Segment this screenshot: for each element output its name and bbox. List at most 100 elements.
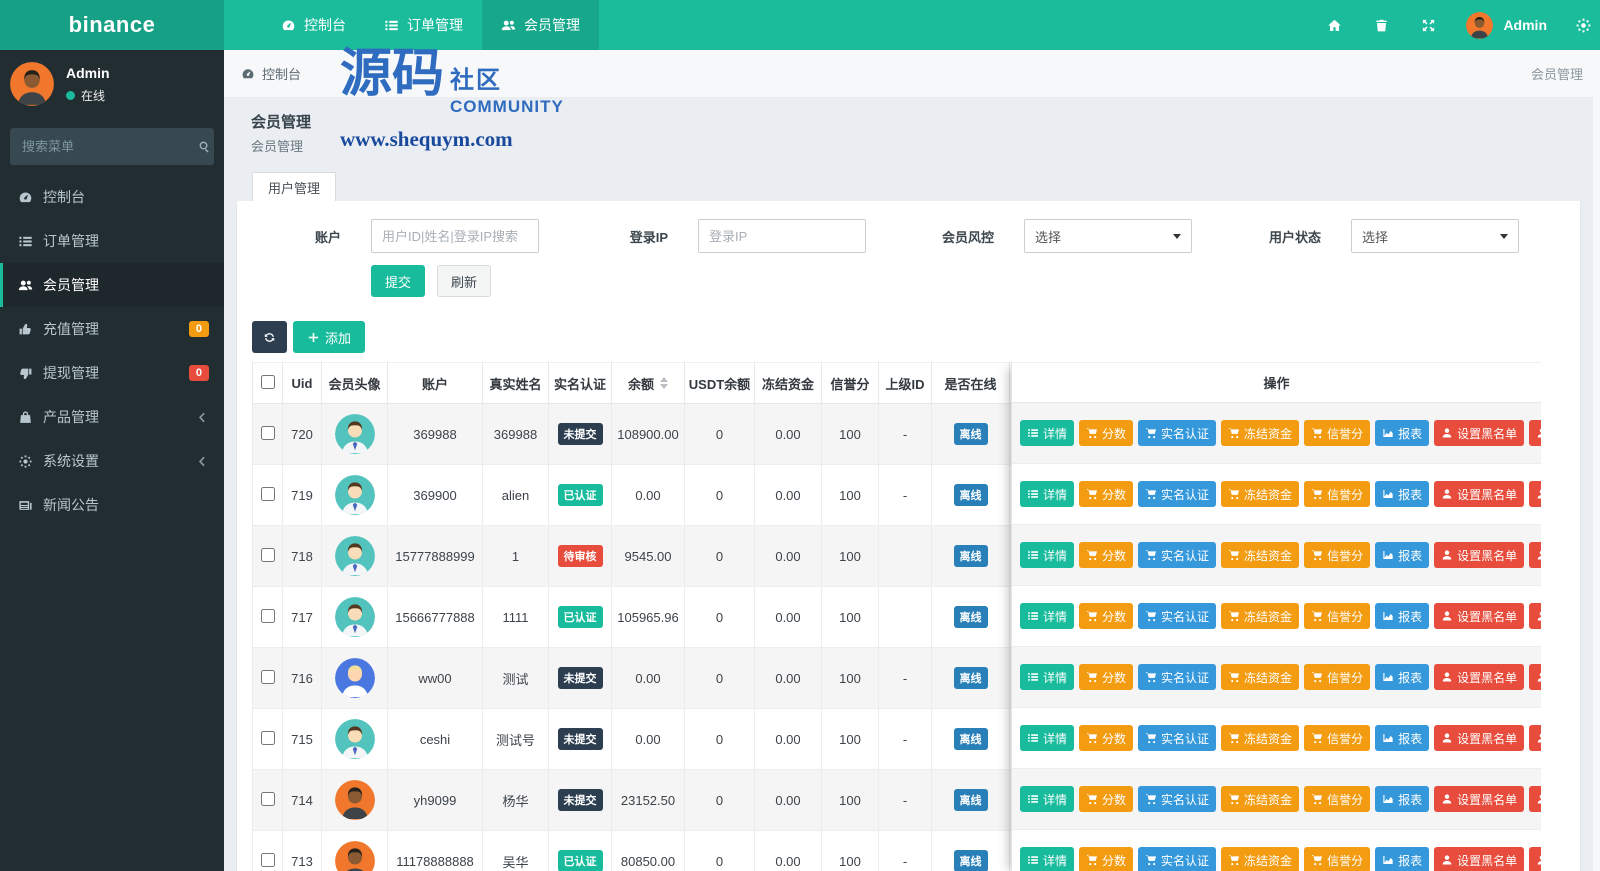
action-score-button[interactable]: 分数	[1079, 481, 1134, 507]
action-credit-button[interactable]: 信誉分	[1304, 420, 1371, 446]
row-checkbox[interactable]	[260, 425, 275, 440]
row-checkbox[interactable]	[260, 791, 275, 806]
action-score-button[interactable]: 分数	[1079, 542, 1134, 568]
action-credit-button[interactable]: 信誉分	[1304, 603, 1371, 629]
action-blacklist-button[interactable]: 设置黑名单	[1434, 542, 1525, 568]
action-freeze-funds-button[interactable]: 冻结资金	[1221, 786, 1300, 812]
navbar-user-menu[interactable]: Admin	[1452, 11, 1561, 39]
action-score-button[interactable]: 分数	[1079, 420, 1134, 446]
action-detail-button[interactable]: 详情	[1020, 542, 1075, 568]
nav-tab-members[interactable]: 会员管理	[482, 0, 599, 50]
row-checkbox[interactable]	[260, 852, 275, 867]
action-freeze-funds-button[interactable]: 冻结资金	[1221, 420, 1300, 446]
action-freeze-button[interactable]: 冻结	[1529, 786, 1541, 812]
sidebar-item-members[interactable]: 会员管理	[0, 263, 224, 307]
action-credit-button[interactable]: 信誉分	[1304, 481, 1371, 507]
action-score-button[interactable]: 分数	[1079, 725, 1134, 751]
row-checkbox[interactable]	[260, 486, 275, 501]
action-credit-button[interactable]: 信誉分	[1304, 542, 1371, 568]
action-detail-button[interactable]: 详情	[1020, 786, 1075, 812]
action-freeze-button[interactable]: 冻结	[1529, 664, 1541, 690]
refresh-button[interactable]: 刷新	[437, 265, 492, 297]
action-freeze-funds-button[interactable]: 冻结资金	[1221, 603, 1300, 629]
tab-user-management[interactable]: 用户管理	[252, 172, 337, 201]
nav-tab-dashboard[interactable]: 控制台	[262, 0, 365, 50]
sidebar-toggle-button[interactable]	[224, 0, 262, 50]
action-report-button[interactable]: 报表	[1375, 603, 1430, 629]
action-report-button[interactable]: 报表	[1375, 725, 1430, 751]
action-score-button[interactable]: 分数	[1079, 786, 1134, 812]
sidebar-item-products[interactable]: 产品管理	[0, 395, 224, 439]
action-freeze-button[interactable]: 冻结	[1529, 481, 1541, 507]
submit-button[interactable]: 提交	[371, 265, 426, 297]
brand-logo[interactable]: binance	[0, 0, 224, 50]
column-header-sortable[interactable]: 余额	[611, 362, 685, 404]
sidebar-item-orders[interactable]: 订单管理	[0, 219, 224, 263]
action-report-button[interactable]: 报表	[1375, 786, 1430, 812]
login-ip-input[interactable]	[698, 219, 866, 253]
action-credit-button[interactable]: 信誉分	[1304, 786, 1371, 812]
action-credit-button[interactable]: 信誉分	[1304, 847, 1371, 871]
action-detail-button[interactable]: 详情	[1020, 847, 1075, 871]
sidebar-item-news[interactable]: 新闻公告	[0, 483, 224, 527]
action-verify-button[interactable]: 实名认证	[1138, 847, 1217, 871]
nav-tab-orders[interactable]: 订单管理	[365, 0, 482, 50]
action-freeze-funds-button[interactable]: 冻结资金	[1221, 664, 1300, 690]
action-verify-button[interactable]: 实名认证	[1138, 542, 1217, 568]
action-verify-button[interactable]: 实名认证	[1138, 725, 1217, 751]
action-credit-button[interactable]: 信誉分	[1304, 664, 1371, 690]
action-detail-button[interactable]: 详情	[1020, 481, 1075, 507]
home-button[interactable]	[1311, 0, 1358, 50]
action-credit-button[interactable]: 信誉分	[1304, 725, 1371, 751]
action-blacklist-button[interactable]: 设置黑名单	[1434, 847, 1525, 871]
table-refresh-button[interactable]	[252, 321, 287, 353]
action-verify-button[interactable]: 实名认证	[1138, 786, 1217, 812]
sidebar-item-recharge[interactable]: 充值管理 0	[0, 307, 224, 351]
action-report-button[interactable]: 报表	[1375, 420, 1430, 446]
sidebar-item-dashboard[interactable]: 控制台	[0, 175, 224, 219]
action-report-button[interactable]: 报表	[1375, 847, 1430, 871]
action-freeze-button[interactable]: 冻结	[1529, 603, 1541, 629]
action-detail-button[interactable]: 详情	[1020, 725, 1075, 751]
action-freeze-funds-button[interactable]: 冻结资金	[1221, 481, 1300, 507]
action-verify-button[interactable]: 实名认证	[1138, 603, 1217, 629]
account-search-input[interactable]	[371, 219, 539, 253]
add-button[interactable]: 添加	[293, 321, 366, 353]
action-freeze-button[interactable]: 冻结	[1529, 725, 1541, 751]
expand-button[interactable]	[1405, 0, 1452, 50]
action-blacklist-button[interactable]: 设置黑名单	[1434, 481, 1525, 507]
settings-gear-button[interactable]	[1561, 17, 1598, 34]
action-report-button[interactable]: 报表	[1375, 481, 1430, 507]
sidebar-item-withdraw[interactable]: 提现管理 0	[0, 351, 224, 395]
action-freeze-funds-button[interactable]: 冻结资金	[1221, 725, 1300, 751]
row-checkbox[interactable]	[260, 608, 275, 623]
sidebar-item-settings[interactable]: 系统设置	[0, 439, 224, 483]
action-score-button[interactable]: 分数	[1079, 664, 1134, 690]
action-blacklist-button[interactable]: 设置黑名单	[1434, 725, 1525, 751]
action-freeze-button[interactable]: 冻结	[1529, 847, 1541, 871]
action-blacklist-button[interactable]: 设置黑名单	[1434, 603, 1525, 629]
action-freeze-funds-button[interactable]: 冻结资金	[1221, 542, 1300, 568]
search-input[interactable]	[22, 139, 198, 154]
select-all-checkbox[interactable]	[260, 374, 275, 389]
search-icon[interactable]	[198, 140, 211, 153]
action-blacklist-button[interactable]: 设置黑名单	[1434, 786, 1525, 812]
action-verify-button[interactable]: 实名认证	[1138, 664, 1217, 690]
action-freeze-button[interactable]: 冻结	[1529, 420, 1541, 446]
action-blacklist-button[interactable]: 设置黑名单	[1434, 664, 1525, 690]
action-freeze-funds-button[interactable]: 冻结资金	[1221, 847, 1300, 871]
row-checkbox[interactable]	[260, 669, 275, 684]
trash-button[interactable]	[1358, 0, 1405, 50]
row-checkbox[interactable]	[260, 730, 275, 745]
row-checkbox[interactable]	[260, 547, 275, 562]
risk-select[interactable]: 选择	[1024, 219, 1192, 253]
action-freeze-button[interactable]: 冻结	[1529, 542, 1541, 568]
action-detail-button[interactable]: 详情	[1020, 420, 1075, 446]
action-verify-button[interactable]: 实名认证	[1138, 420, 1217, 446]
action-detail-button[interactable]: 详情	[1020, 664, 1075, 690]
breadcrumb-dashboard-link[interactable]: 控制台	[241, 64, 301, 83]
action-detail-button[interactable]: 详情	[1020, 603, 1075, 629]
action-blacklist-button[interactable]: 设置黑名单	[1434, 420, 1525, 446]
action-score-button[interactable]: 分数	[1079, 603, 1134, 629]
action-verify-button[interactable]: 实名认证	[1138, 481, 1217, 507]
